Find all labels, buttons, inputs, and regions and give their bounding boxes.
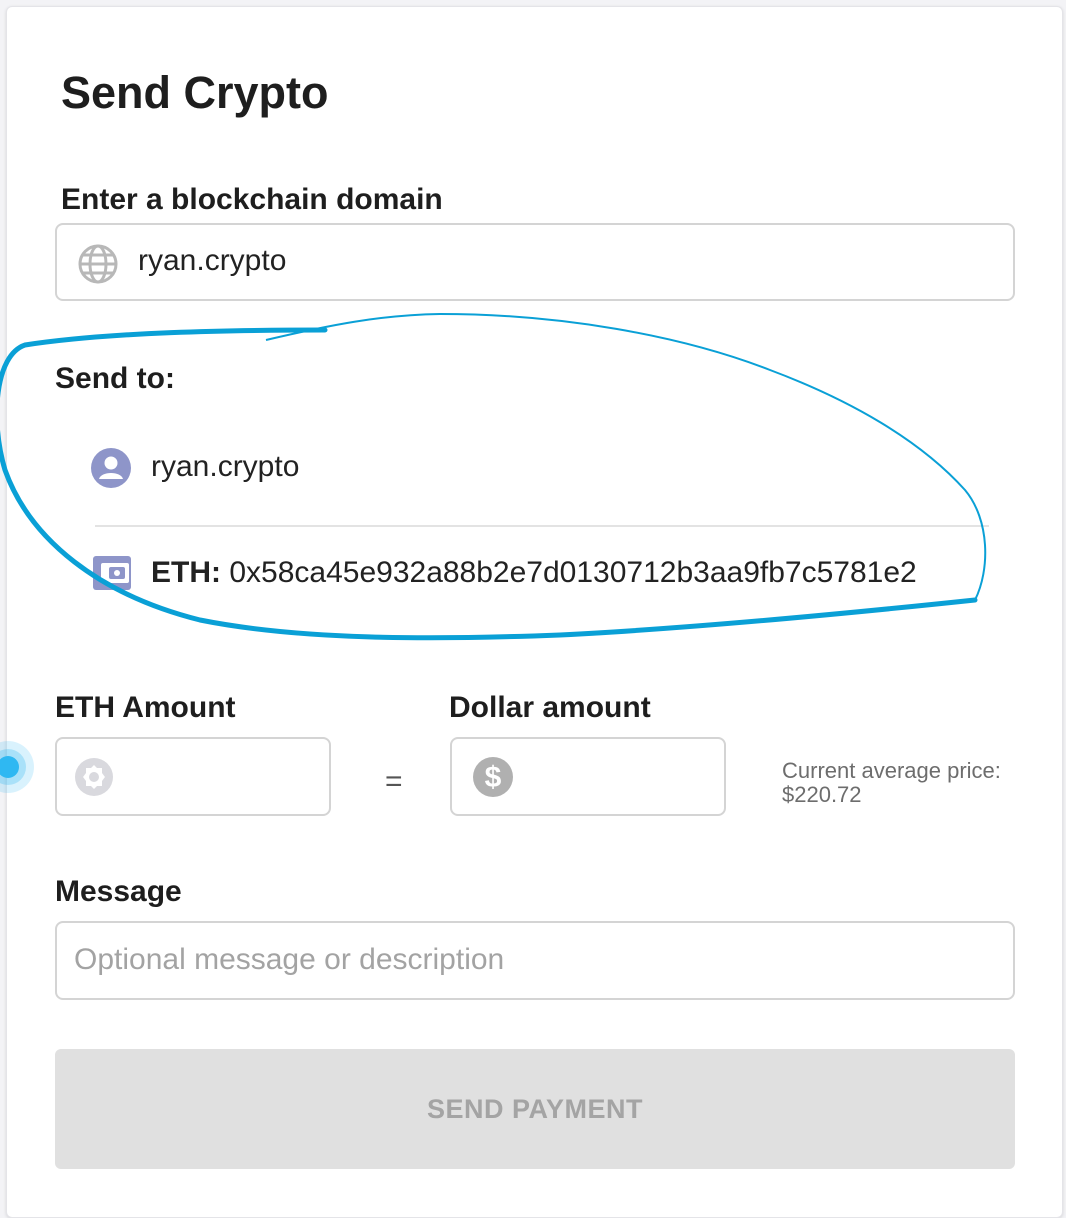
eth-amount-label: ETH Amount (55, 691, 236, 724)
svg-text:$: $ (485, 761, 502, 794)
domain-input[interactable]: ryan.crypto (55, 223, 1015, 301)
send-to-label: Send to: (55, 362, 175, 395)
user-avatar-icon (91, 448, 131, 488)
eth-address: 0x58ca45e932a88b2e7d0130712b3aa9fb7c5781… (229, 556, 917, 589)
cursor-indicator (0, 741, 34, 793)
message-label: Message (55, 875, 182, 908)
eth-address-row: ETH: 0x58ca45e932a88b2e7d0130712b3aa9fb7… (151, 555, 917, 591)
current-price-note: Current average price: $220.72 (782, 759, 1001, 807)
domain-input-value: ryan.crypto (138, 244, 287, 277)
globe-icon (78, 244, 118, 284)
dollar-amount-input[interactable]: $ (450, 737, 726, 816)
current-price-label: Current average price: (782, 758, 1001, 783)
current-price-value: $220.72 (782, 782, 862, 807)
page-title: Send Crypto (61, 67, 329, 118)
message-placeholder: Optional message or description (74, 943, 505, 976)
wallet-icon (93, 556, 131, 590)
dollar-coin-icon: $ (473, 757, 513, 797)
equals-sign: = (385, 765, 403, 798)
recipient-name: ryan.crypto (151, 450, 300, 483)
message-input[interactable]: Optional message or description (55, 921, 1015, 1000)
domain-label: Enter a blockchain domain (61, 183, 443, 216)
eth-coin-icon (75, 758, 113, 796)
eth-address-currency: ETH: (151, 556, 221, 589)
send-payment-button[interactable]: SEND PAYMENT (55, 1049, 1015, 1169)
send-crypto-card: Send Crypto Enter a blockchain domain ry… (6, 6, 1063, 1218)
eth-amount-input[interactable] (55, 737, 331, 816)
dollar-amount-label: Dollar amount (449, 691, 651, 724)
recipient-divider (95, 525, 989, 527)
